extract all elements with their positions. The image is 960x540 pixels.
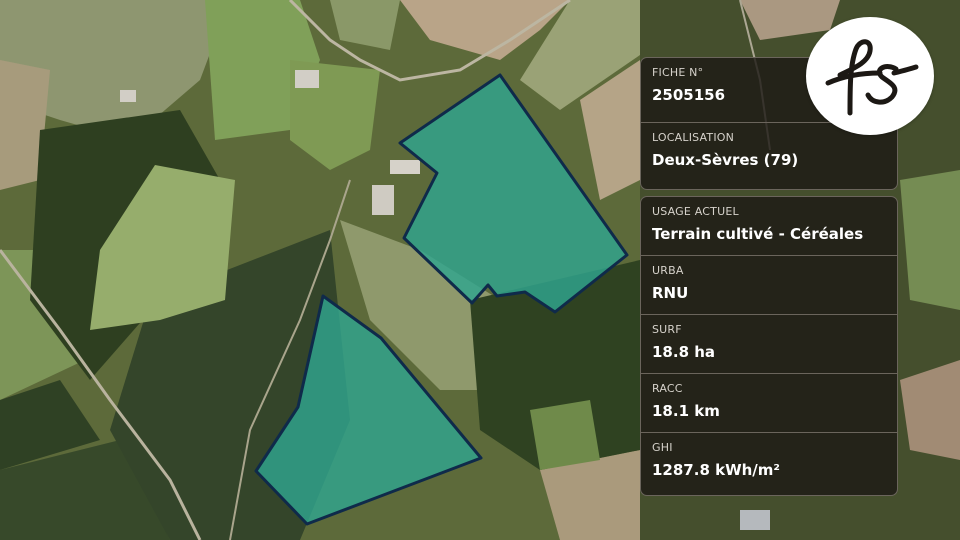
urba-label: URBA xyxy=(652,264,684,277)
localisation-value: Deux-Sèvres (79) xyxy=(652,151,799,169)
usage-label: USAGE ACTUEL xyxy=(652,205,739,218)
info-panel-bottom: USAGE ACTUEL Terrain cultivé - Céréales … xyxy=(640,196,898,496)
ghi-label: GHI xyxy=(652,441,673,454)
urba-field: URBA RNU xyxy=(641,256,897,315)
field-patch xyxy=(530,400,600,470)
surf-field: SURF 18.8 ha xyxy=(641,315,897,374)
racc-value: 18.1 km xyxy=(652,402,720,420)
usage-value: Terrain cultivé - Céréales xyxy=(652,225,864,243)
fs-logo-icon xyxy=(806,17,934,135)
building xyxy=(390,160,420,174)
building xyxy=(120,90,136,102)
racc-field: RACC 18.1 km xyxy=(641,374,897,433)
usage-field: USAGE ACTUEL Terrain cultivé - Céréales xyxy=(641,197,897,256)
ghi-field: GHI 1287.8 kWh/m² xyxy=(641,433,897,495)
ghi-value: 1287.8 kWh/m² xyxy=(652,461,780,479)
surf-label: SURF xyxy=(652,323,682,336)
building xyxy=(295,70,319,88)
urba-value: RNU xyxy=(652,284,689,302)
racc-label: RACC xyxy=(652,382,683,395)
surf-value: 18.8 ha xyxy=(652,343,716,361)
building xyxy=(372,185,394,215)
